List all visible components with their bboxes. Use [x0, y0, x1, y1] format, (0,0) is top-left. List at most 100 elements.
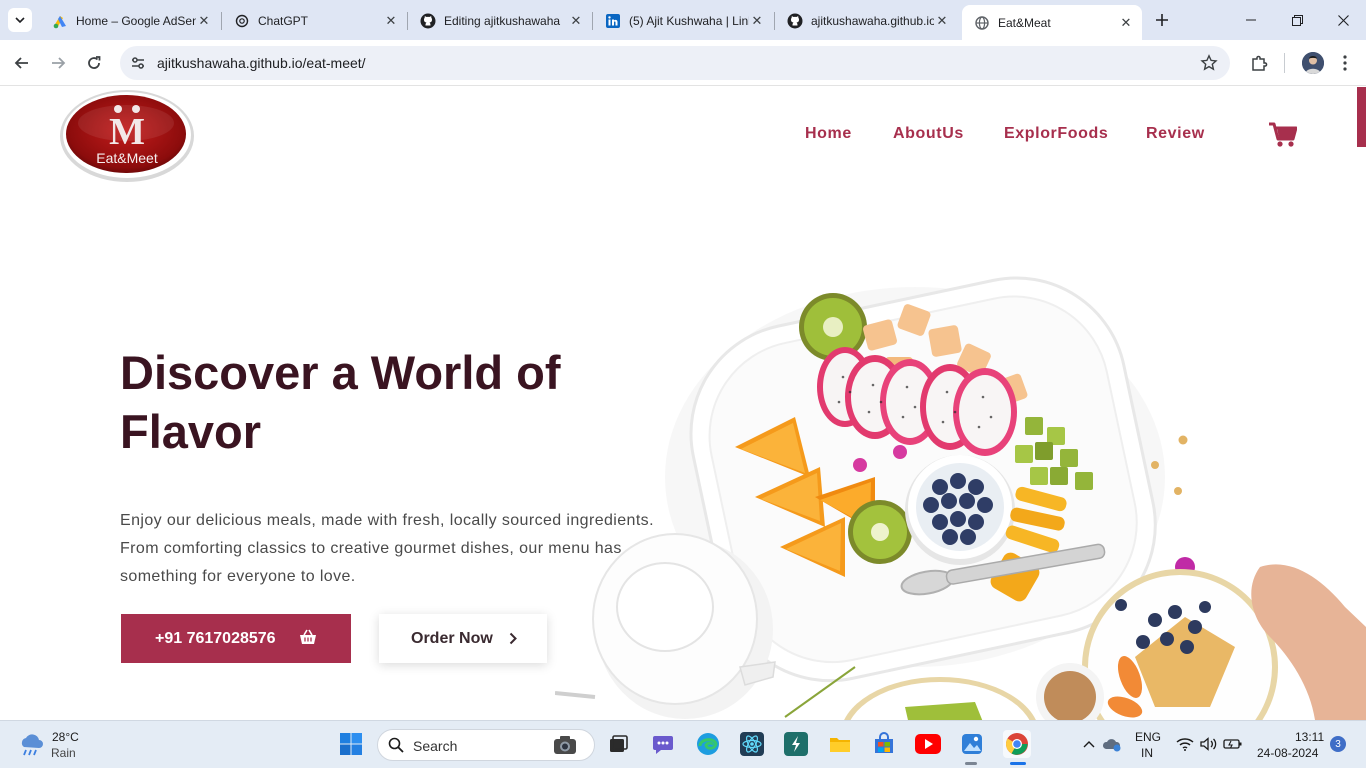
hero-title-line1: Discover a World of [120, 346, 561, 399]
browser-toolbar: ajitkushawaha.github.io/eat-meet/ [0, 40, 1366, 86]
openai-icon [234, 13, 250, 29]
back-arrow-icon [14, 57, 28, 69]
app-active-indicator [965, 762, 977, 765]
browser-menu-icon[interactable] [1334, 52, 1356, 74]
profile-avatar[interactable] [1302, 52, 1324, 74]
tab-linkedin[interactable]: (5) Ajit Kushwaha | LinkedIn ✕ [593, 5, 773, 36]
weather-temperature[interactable]: 28°C [52, 730, 79, 744]
linkedin-icon [605, 13, 621, 29]
region-indicator[interactable]: IN [1141, 746, 1153, 760]
web-page: M Eat&Meet Home AboutUs ExplorFoods Revi… [0, 87, 1366, 720]
search-placeholder: Search [413, 738, 458, 754]
close-icon [1337, 14, 1349, 26]
close-tab-icon[interactable]: ✕ [196, 13, 212, 29]
windows-start-icon[interactable] [338, 731, 364, 757]
wifi-icon[interactable] [1174, 731, 1196, 757]
restore-icon [1291, 14, 1303, 26]
shopping-cart-icon[interactable] [1269, 122, 1297, 148]
app-active-indicator [1010, 762, 1026, 765]
tab-title: Eat&Meat [998, 15, 1051, 30]
order-now-button[interactable]: Order Now [379, 614, 547, 663]
hero-title: Discover a World of Flavor [120, 343, 620, 461]
tab-title: (5) Ajit Kushwaha | LinkedIn [629, 13, 749, 28]
reload-button[interactable] [79, 48, 109, 78]
tab-title: ajitkushawaha.github.io [811, 13, 934, 28]
tab-github-editing[interactable]: Editing ajitkushawaha ✕ [408, 5, 592, 36]
language-indicator[interactable]: ENG [1135, 730, 1161, 744]
close-tab-icon[interactable]: ✕ [1118, 15, 1134, 31]
github-icon [420, 13, 436, 29]
photos-app-icon[interactable] [959, 731, 985, 757]
eat-meet-logo[interactable]: M Eat&Meet [58, 87, 196, 185]
new-tab-button[interactable] [1150, 8, 1174, 32]
github-icon [787, 13, 803, 29]
forward-button[interactable] [43, 48, 73, 78]
youtube-icon[interactable] [915, 731, 941, 757]
tab-title: Home – Google AdSense [76, 13, 196, 28]
nav-review[interactable]: Review [1146, 125, 1205, 143]
close-tab-icon[interactable]: ✕ [383, 13, 399, 29]
tab-search-button[interactable] [8, 8, 32, 32]
plus-icon [1156, 14, 1168, 26]
address-bar[interactable]: ajitkushawaha.github.io/eat-meet/ [120, 46, 1230, 80]
close-window-button[interactable] [1320, 0, 1366, 40]
reload-icon [88, 56, 101, 69]
close-tab-icon[interactable]: ✕ [749, 13, 765, 29]
chevron-right-icon [509, 632, 517, 645]
logo-mark: M [109, 111, 145, 153]
nav-about-us[interactable]: AboutUs [893, 125, 964, 143]
tab-chatgpt[interactable]: ChatGPT ✕ [222, 5, 407, 36]
weather-description[interactable]: Rain [51, 746, 76, 760]
taskbar-search-box[interactable]: Search [377, 729, 595, 761]
extensions-icon[interactable] [1248, 52, 1270, 74]
call-phone-button[interactable]: +91 7617028576 [121, 614, 351, 663]
tab-eat-meat[interactable]: Eat&Meat ✕ [962, 5, 1142, 40]
edge-browser-icon[interactable] [695, 731, 721, 757]
battery-icon[interactable] [1222, 731, 1244, 757]
camera-icon [554, 736, 576, 754]
close-tab-icon[interactable]: ✕ [934, 13, 950, 29]
food-platter-image [555, 276, 1366, 720]
url-text[interactable]: ajitkushawaha.github.io/eat-meet/ [157, 55, 366, 71]
back-button[interactable] [7, 48, 37, 78]
close-tab-icon[interactable]: ✕ [568, 13, 584, 29]
minimize-button[interactable] [1228, 0, 1274, 40]
minimize-icon [1246, 19, 1256, 21]
volume-icon[interactable] [1198, 731, 1220, 757]
order-now-label: Order Now [411, 629, 493, 647]
clock-time[interactable]: 13:11 [1295, 730, 1324, 744]
phone-number: +91 7617028576 [155, 629, 276, 647]
browser-tab-strip: Home – Google AdSense ✕ ChatGPT ✕ Editin… [0, 0, 1366, 40]
nav-home[interactable]: Home [805, 125, 852, 143]
clock-date[interactable]: 24-08-2024 [1257, 746, 1318, 760]
tray-overflow-chevron-icon[interactable] [1079, 731, 1099, 757]
globe-icon [974, 15, 990, 31]
tab-github-pages[interactable]: ajitkushawaha.github.io ✕ [775, 5, 958, 36]
dev-tool-icon[interactable] [783, 731, 809, 757]
teams-chat-icon[interactable] [650, 731, 676, 757]
rain-cloud-icon[interactable] [18, 733, 44, 757]
notification-badge[interactable]: 3 [1330, 736, 1346, 752]
logo-text: Eat&Meet [96, 150, 158, 166]
bookmark-star-icon[interactable] [1200, 54, 1218, 72]
site-settings-icon[interactable] [129, 54, 147, 72]
chevron-down-icon [15, 17, 25, 24]
task-view-icon[interactable] [605, 731, 631, 757]
onedrive-sync-icon[interactable] [1101, 731, 1123, 757]
tab-title: ChatGPT [258, 13, 309, 28]
file-explorer-icon[interactable] [827, 731, 853, 757]
chrome-icon[interactable] [1003, 730, 1031, 758]
react-app-icon[interactable] [739, 731, 765, 757]
hero-title-line2: Flavor [120, 405, 262, 458]
shopping-basket-icon [300, 629, 316, 644]
restore-button[interactable] [1274, 0, 1320, 40]
microsoft-store-icon[interactable] [871, 731, 897, 757]
adsense-icon [52, 13, 68, 29]
search-icon [388, 737, 404, 753]
forward-arrow-icon [52, 57, 66, 69]
scrollbar-thumb[interactable] [1357, 87, 1366, 147]
nav-explore-foods[interactable]: ExplorFoods [1004, 125, 1108, 143]
windows-taskbar: 28°C Rain Search ENG IN 13:11 24-08-2024… [0, 720, 1366, 768]
tab-title: Editing ajitkushawaha [444, 13, 561, 28]
tab-adsense[interactable]: Home – Google AdSense ✕ [40, 5, 220, 36]
